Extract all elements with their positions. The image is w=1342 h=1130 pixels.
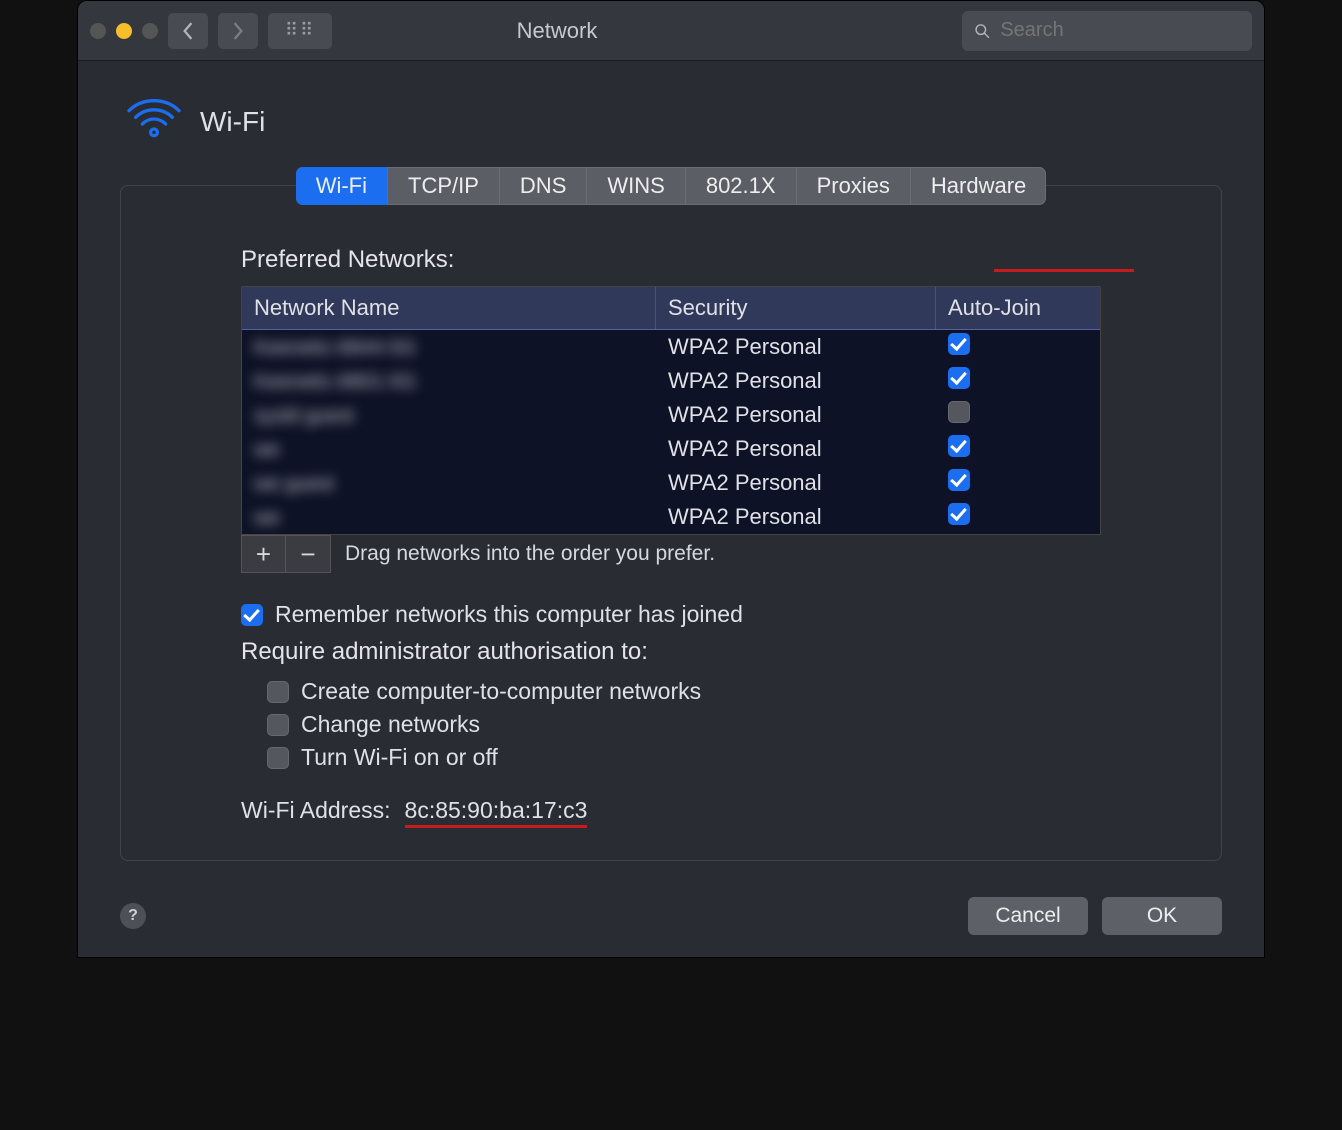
remove-network-button[interactable]: − — [286, 536, 330, 572]
options: Remember networks this computer has join… — [241, 601, 1101, 824]
admin-checkbox[interactable] — [267, 747, 289, 769]
network-security: WPA2 Personal — [656, 504, 936, 530]
col-security[interactable]: Security — [656, 287, 936, 329]
network-name: we guest — [254, 473, 334, 495]
tab-wifi[interactable]: Wi-Fi — [296, 167, 388, 205]
admin-option[interactable]: Change networks — [267, 711, 1101, 738]
network-name: we — [254, 507, 280, 529]
wifi-panel: Preferred Networks: Network Name Securit… — [120, 185, 1222, 861]
table-row[interactable]: we WPA2 Personal — [242, 432, 1100, 466]
add-network-button[interactable]: + — [242, 536, 286, 572]
cancel-button[interactable]: Cancel — [968, 897, 1088, 935]
table-header: Network Name Security Auto-Join — [242, 287, 1100, 330]
network-name: Keenetic-6844-5G — [254, 337, 416, 359]
footer: ? Cancel OK — [78, 881, 1264, 957]
table-row[interactable]: sysld guest WPA2 Personal — [242, 398, 1100, 432]
admin-checkbox[interactable] — [267, 714, 289, 736]
network-name: we — [254, 439, 280, 461]
network-security: WPA2 Personal — [656, 470, 936, 496]
window-title: Network — [162, 18, 952, 44]
network-security: WPA2 Personal — [656, 368, 936, 394]
wifi-address-row: Wi-Fi Address: 8c:85:90:ba:17:c3 — [241, 797, 1101, 824]
help-button[interactable]: ? — [120, 903, 146, 929]
close-window-icon[interactable] — [90, 23, 106, 39]
network-name: sysld guest — [254, 405, 354, 427]
titlebar: ⠿⠿ Network — [78, 1, 1264, 61]
col-autojoin[interactable]: Auto-Join — [936, 287, 1100, 329]
autojoin-checkbox[interactable] — [948, 469, 970, 491]
pane-header: Wi-Fi — [126, 99, 1222, 145]
autojoin-checkbox[interactable] — [948, 333, 970, 355]
remember-networks-option[interactable]: Remember networks this computer has join… — [241, 601, 1101, 628]
network-security: WPA2 Personal — [656, 436, 936, 462]
col-network-name[interactable]: Network Name — [242, 287, 656, 329]
table-row[interactable]: Keenetic-6801-5G WPA2 Personal — [242, 364, 1100, 398]
wifi-address-value: 8c:85:90:ba:17:c3 — [405, 797, 588, 824]
ok-button[interactable]: OK — [1102, 897, 1222, 935]
network-security: WPA2 Personal — [656, 334, 936, 360]
drag-hint: Drag networks into the order you prefer. — [345, 542, 715, 566]
autojoin-checkbox[interactable] — [948, 401, 970, 423]
zoom-window-icon[interactable] — [142, 23, 158, 39]
search-input[interactable] — [998, 18, 1240, 43]
table-controls: + − Drag networks into the order you pre… — [241, 535, 1101, 573]
wifi-address-label: Wi-Fi Address: — [241, 797, 391, 824]
remember-label: Remember networks this computer has join… — [275, 601, 743, 628]
preferred-networks-table[interactable]: Network Name Security Auto-Join Keenetic… — [241, 286, 1101, 535]
admin-checkbox[interactable] — [267, 681, 289, 703]
wifi-icon — [126, 99, 182, 145]
admin-option-label: Change networks — [301, 711, 480, 738]
tab-tcpip[interactable]: TCP/IP — [388, 167, 500, 205]
minimize-window-icon[interactable] — [116, 23, 132, 39]
admin-option-label: Turn Wi-Fi on or off — [301, 744, 498, 771]
autojoin-checkbox[interactable] — [948, 503, 970, 525]
admin-option[interactable]: Create computer-to-computer networks — [267, 678, 1101, 705]
tab-wins[interactable]: WINS — [587, 167, 685, 205]
pane-title: Wi-Fi — [200, 106, 265, 138]
remember-checkbox[interactable] — [241, 604, 263, 626]
table-row[interactable]: we guest WPA2 Personal — [242, 466, 1100, 500]
table-row[interactable]: we WPA2 Personal — [242, 500, 1100, 534]
tab-proxies[interactable]: Proxies — [797, 167, 911, 205]
network-prefs-window: ⠿⠿ Network Wi-Fi Wi-FiTCP/IPDNSWINS802.1… — [77, 0, 1265, 958]
tab-hardware[interactable]: Hardware — [911, 167, 1046, 205]
admin-option-label: Create computer-to-computer networks — [301, 678, 701, 705]
traffic-lights — [90, 23, 158, 39]
network-security: WPA2 Personal — [656, 402, 936, 428]
add-remove-group: + − — [241, 535, 331, 573]
tab-dns[interactable]: DNS — [500, 167, 587, 205]
admin-option[interactable]: Turn Wi-Fi on or off — [267, 744, 1101, 771]
preferred-networks-label: Preferred Networks: — [241, 246, 1101, 274]
address-underline-annotation — [405, 825, 588, 828]
table-row[interactable]: Keenetic-6844-5G WPA2 Personal — [242, 330, 1100, 364]
admin-auth-label: Require administrator authorisation to: — [241, 638, 1101, 666]
content-area: Wi-Fi Wi-FiTCP/IPDNSWINS802.1XProxiesHar… — [78, 61, 1264, 881]
hardware-underline-annotation — [994, 269, 1134, 272]
autojoin-checkbox[interactable] — [948, 435, 970, 457]
tab-8021x[interactable]: 802.1X — [686, 167, 797, 205]
network-name: Keenetic-6801-5G — [254, 371, 416, 393]
search-field[interactable] — [962, 11, 1252, 51]
autojoin-checkbox[interactable] — [948, 367, 970, 389]
search-icon — [974, 22, 990, 40]
